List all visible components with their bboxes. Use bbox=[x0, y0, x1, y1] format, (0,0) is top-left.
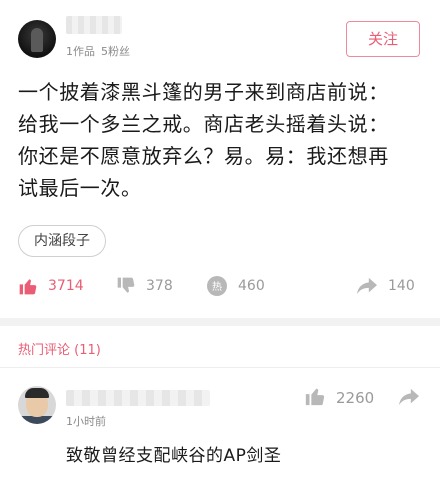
post-line: 一个披着漆黑斗篷的男子来到商店前说： bbox=[18, 80, 389, 104]
post-line: 你还是不愿意放弃么？易。易：我还想再 bbox=[18, 144, 389, 168]
section-divider bbox=[0, 318, 440, 326]
post-line: 给我一个多兰之戒。商店老头摇着头说： bbox=[18, 112, 389, 136]
category-tag[interactable]: 内涵段子 bbox=[18, 225, 106, 257]
dislike-button[interactable]: 378 bbox=[116, 268, 173, 304]
author-meta: 1作品 5粉丝 bbox=[66, 43, 130, 59]
commenter-name-redacted[interactable] bbox=[66, 390, 210, 406]
comment-share-button[interactable] bbox=[398, 387, 420, 411]
share-icon bbox=[356, 276, 378, 296]
comment-count: 460 bbox=[238, 278, 265, 294]
comment-like-count: 2260 bbox=[336, 389, 375, 407]
post-line: 试最后一次。 bbox=[18, 176, 142, 200]
post-header: 1作品 5粉丝 关注 bbox=[0, 0, 440, 62]
like-count: 3714 bbox=[48, 278, 84, 294]
cloaked-figure bbox=[31, 28, 43, 52]
author-name-redacted[interactable] bbox=[66, 16, 122, 34]
fans-count: 5粉丝 bbox=[101, 45, 130, 58]
hot-comments-separator bbox=[0, 367, 440, 368]
thumbs-up-icon bbox=[18, 276, 38, 296]
comment-like-button[interactable]: 2260 bbox=[304, 386, 374, 410]
thumbs-up-icon bbox=[304, 385, 326, 411]
post-text: 一个披着漆黑斗篷的男子来到商店前说： 给我一个多兰之戒。商店老头摇着头说： 你还… bbox=[18, 76, 426, 204]
hot-badge-text: 热 bbox=[212, 280, 222, 293]
works-count: 1作品 bbox=[66, 45, 95, 58]
hot-comments-title: 热门评论 (11) bbox=[18, 343, 101, 358]
comment-text: 致敬曾经支配峡谷的AP剑圣 bbox=[66, 446, 282, 466]
share-count: 140 bbox=[388, 278, 415, 294]
dislike-count: 378 bbox=[146, 278, 173, 294]
share-icon bbox=[398, 388, 420, 411]
commenter-avatar[interactable] bbox=[18, 386, 56, 424]
action-bar: 3714 378 热 460 140 bbox=[0, 268, 440, 304]
like-button[interactable]: 3714 bbox=[18, 268, 84, 304]
share-button[interactable]: 140 bbox=[356, 268, 415, 304]
comment-button[interactable]: 热 460 bbox=[206, 268, 265, 304]
avatar-hair bbox=[25, 388, 49, 398]
thumbs-down-icon bbox=[116, 276, 136, 296]
author-avatar[interactable] bbox=[18, 20, 56, 58]
comment-time: 1小时前 bbox=[66, 415, 106, 428]
avatar-shirt bbox=[18, 416, 56, 424]
follow-button[interactable]: 关注 bbox=[346, 21, 420, 57]
hot-comment-icon: 热 bbox=[206, 275, 228, 297]
